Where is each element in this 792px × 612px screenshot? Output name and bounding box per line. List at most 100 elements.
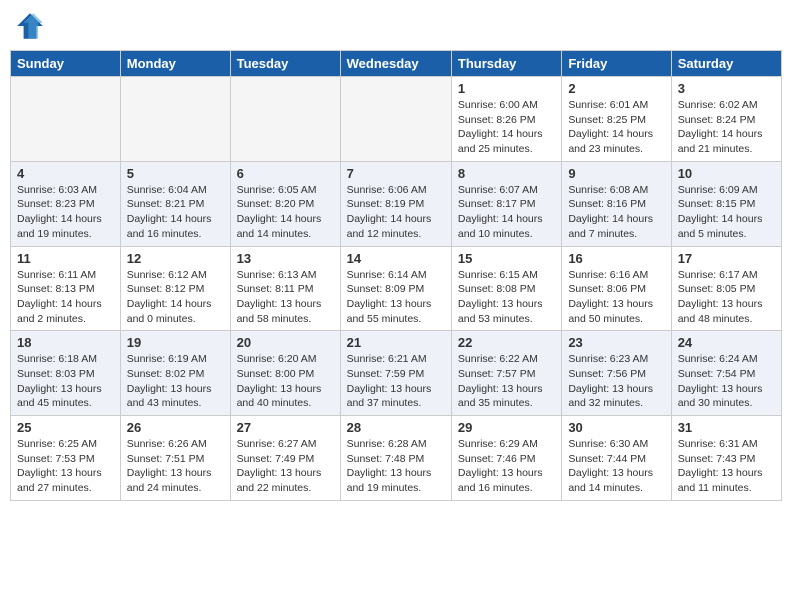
day-info: Sunrise: 6:20 AM Sunset: 8:00 PM Dayligh…: [237, 352, 334, 411]
calendar-cell: 31 Sunrise: 6:31 AM Sunset: 7:43 PM Dayli…: [671, 416, 781, 501]
calendar-week-row: 11 Sunrise: 6:11 AM Sunset: 8:13 PM Dayli…: [11, 246, 782, 331]
day-number: 7: [347, 166, 445, 181]
calendar-table: SundayMondayTuesdayWednesdayThursdayFrid…: [10, 50, 782, 501]
day-info: Sunrise: 6:05 AM Sunset: 8:20 PM Dayligh…: [237, 183, 334, 242]
day-number: 21: [347, 335, 445, 350]
day-number: 22: [458, 335, 555, 350]
calendar-cell: 18 Sunrise: 6:18 AM Sunset: 8:03 PM Dayli…: [11, 331, 121, 416]
day-number: 15: [458, 251, 555, 266]
calendar-cell: 23 Sunrise: 6:23 AM Sunset: 7:56 PM Dayli…: [562, 331, 671, 416]
day-number: 14: [347, 251, 445, 266]
day-number: 19: [127, 335, 224, 350]
day-number: 1: [458, 81, 555, 96]
day-number: 12: [127, 251, 224, 266]
day-number: 26: [127, 420, 224, 435]
calendar-cell: 25 Sunrise: 6:25 AM Sunset: 7:53 PM Dayli…: [11, 416, 121, 501]
day-info: Sunrise: 6:09 AM Sunset: 8:15 PM Dayligh…: [678, 183, 775, 242]
day-number: 11: [17, 251, 114, 266]
calendar-cell: 2 Sunrise: 6:01 AM Sunset: 8:25 PM Daylig…: [562, 77, 671, 162]
calendar-cell: 6 Sunrise: 6:05 AM Sunset: 8:20 PM Daylig…: [230, 161, 340, 246]
calendar-cell: [340, 77, 451, 162]
logo-icon: [14, 10, 46, 42]
calendar-week-row: 4Sunrise: 6:03 AM Sunset: 8:23 PM Daylig…: [11, 161, 782, 246]
day-info: Sunrise: 6:06 AM Sunset: 8:19 PM Dayligh…: [347, 183, 445, 242]
day-number: 2: [568, 81, 664, 96]
calendar-cell: [11, 77, 121, 162]
calendar-week-row: 25 Sunrise: 6:25 AM Sunset: 7:53 PM Dayli…: [11, 416, 782, 501]
calendar-cell: [120, 77, 230, 162]
day-info: Sunrise: 6:21 AM Sunset: 7:59 PM Dayligh…: [347, 352, 445, 411]
calendar-cell: 17 Sunrise: 6:17 AM Sunset: 8:05 PM Dayli…: [671, 246, 781, 331]
day-number: 25: [17, 420, 114, 435]
day-info: Sunrise: 6:25 AM Sunset: 7:53 PM Dayligh…: [17, 437, 114, 496]
day-number: 28: [347, 420, 445, 435]
calendar-cell: 10 Sunrise: 6:09 AM Sunset: 8:15 PM Dayli…: [671, 161, 781, 246]
calendar-cell: 9 Sunrise: 6:08 AM Sunset: 8:16 PM Daylig…: [562, 161, 671, 246]
weekday-header-wednesday: Wednesday: [340, 51, 451, 77]
day-info: Sunrise: 6:18 AM Sunset: 8:03 PM Dayligh…: [17, 352, 114, 411]
calendar-cell: 26Sunrise: 6:26 AM Sunset: 7:51 PM Dayli…: [120, 416, 230, 501]
calendar-cell: 29 Sunrise: 6:29 AM Sunset: 7:46 PM Dayli…: [451, 416, 561, 501]
day-number: 27: [237, 420, 334, 435]
calendar-cell: 13Sunrise: 6:13 AM Sunset: 8:11 PM Dayli…: [230, 246, 340, 331]
calendar-cell: 11 Sunrise: 6:11 AM Sunset: 8:13 PM Dayli…: [11, 246, 121, 331]
day-info: Sunrise: 6:22 AM Sunset: 7:57 PM Dayligh…: [458, 352, 555, 411]
day-info: Sunrise: 6:27 AM Sunset: 7:49 PM Dayligh…: [237, 437, 334, 496]
weekday-header-monday: Monday: [120, 51, 230, 77]
day-number: 30: [568, 420, 664, 435]
day-number: 6: [237, 166, 334, 181]
day-number: 23: [568, 335, 664, 350]
day-number: 13: [237, 251, 334, 266]
day-info: Sunrise: 6:16 AM Sunset: 8:06 PM Dayligh…: [568, 268, 664, 327]
calendar-week-row: 18 Sunrise: 6:18 AM Sunset: 8:03 PM Dayli…: [11, 331, 782, 416]
day-info: Sunrise: 6:15 AM Sunset: 8:08 PM Dayligh…: [458, 268, 555, 327]
day-info: Sunrise: 6:07 AM Sunset: 8:17 PM Dayligh…: [458, 183, 555, 242]
day-info: Sunrise: 6:11 AM Sunset: 8:13 PM Dayligh…: [17, 268, 114, 327]
day-number: 10: [678, 166, 775, 181]
day-number: 9: [568, 166, 664, 181]
day-info: Sunrise: 6:29 AM Sunset: 7:46 PM Dayligh…: [458, 437, 555, 496]
day-info: Sunrise: 6:01 AM Sunset: 8:25 PM Dayligh…: [568, 98, 664, 157]
day-number: 24: [678, 335, 775, 350]
day-number: 5: [127, 166, 224, 181]
weekday-header-friday: Friday: [562, 51, 671, 77]
day-number: 8: [458, 166, 555, 181]
calendar-week-row: 1 Sunrise: 6:00 AM Sunset: 8:26 PM Daylig…: [11, 77, 782, 162]
calendar-cell: 28Sunrise: 6:28 AM Sunset: 7:48 PM Dayli…: [340, 416, 451, 501]
calendar-header-row: SundayMondayTuesdayWednesdayThursdayFrid…: [11, 51, 782, 77]
calendar-cell: 12 Sunrise: 6:12 AM Sunset: 8:12 PM Dayli…: [120, 246, 230, 331]
day-info: Sunrise: 6:00 AM Sunset: 8:26 PM Dayligh…: [458, 98, 555, 157]
calendar-cell: 3Sunrise: 6:02 AM Sunset: 8:24 PM Daylig…: [671, 77, 781, 162]
logo: [14, 10, 50, 42]
day-number: 3: [678, 81, 775, 96]
day-info: Sunrise: 6:30 AM Sunset: 7:44 PM Dayligh…: [568, 437, 664, 496]
calendar-cell: 16 Sunrise: 6:16 AM Sunset: 8:06 PM Dayli…: [562, 246, 671, 331]
day-number: 18: [17, 335, 114, 350]
day-info: Sunrise: 6:31 AM Sunset: 7:43 PM Dayligh…: [678, 437, 775, 496]
calendar-cell: 24Sunrise: 6:24 AM Sunset: 7:54 PM Dayli…: [671, 331, 781, 416]
day-info: Sunrise: 6:04 AM Sunset: 8:21 PM Dayligh…: [127, 183, 224, 242]
calendar-cell: 8 Sunrise: 6:07 AM Sunset: 8:17 PM Daylig…: [451, 161, 561, 246]
calendar-cell: 7 Sunrise: 6:06 AM Sunset: 8:19 PM Daylig…: [340, 161, 451, 246]
day-info: Sunrise: 6:08 AM Sunset: 8:16 PM Dayligh…: [568, 183, 664, 242]
calendar-cell: 4Sunrise: 6:03 AM Sunset: 8:23 PM Daylig…: [11, 161, 121, 246]
calendar-cell: [230, 77, 340, 162]
day-info: Sunrise: 6:23 AM Sunset: 7:56 PM Dayligh…: [568, 352, 664, 411]
day-number: 29: [458, 420, 555, 435]
day-info: Sunrise: 6:17 AM Sunset: 8:05 PM Dayligh…: [678, 268, 775, 327]
calendar-cell: 27 Sunrise: 6:27 AM Sunset: 7:49 PM Dayli…: [230, 416, 340, 501]
calendar-cell: 20Sunrise: 6:20 AM Sunset: 8:00 PM Dayli…: [230, 331, 340, 416]
page-header: [10, 10, 782, 42]
calendar-cell: 1 Sunrise: 6:00 AM Sunset: 8:26 PM Daylig…: [451, 77, 561, 162]
day-number: 17: [678, 251, 775, 266]
calendar-cell: 5 Sunrise: 6:04 AM Sunset: 8:21 PM Daylig…: [120, 161, 230, 246]
calendar-cell: 21 Sunrise: 6:21 AM Sunset: 7:59 PM Dayli…: [340, 331, 451, 416]
weekday-header-sunday: Sunday: [11, 51, 121, 77]
day-number: 16: [568, 251, 664, 266]
weekday-header-tuesday: Tuesday: [230, 51, 340, 77]
day-number: 31: [678, 420, 775, 435]
calendar-cell: 19Sunrise: 6:19 AM Sunset: 8:02 PM Dayli…: [120, 331, 230, 416]
weekday-header-saturday: Saturday: [671, 51, 781, 77]
day-info: Sunrise: 6:12 AM Sunset: 8:12 PM Dayligh…: [127, 268, 224, 327]
calendar-cell: 30 Sunrise: 6:30 AM Sunset: 7:44 PM Dayli…: [562, 416, 671, 501]
